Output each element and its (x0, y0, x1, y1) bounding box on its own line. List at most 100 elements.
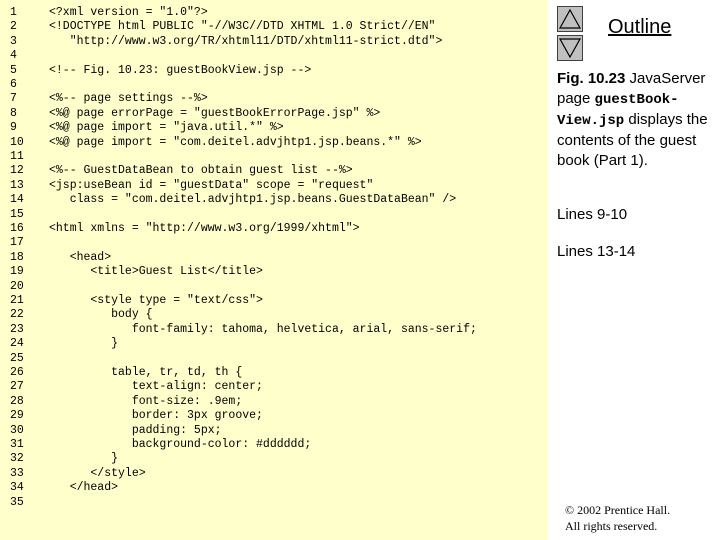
code-line: 11 (0, 150, 548, 164)
code-line: 19 <title>Guest List</title> (0, 265, 548, 279)
code-line: 9 <%@ page import = "java.util.*" %> (0, 121, 548, 135)
code-text: <!-- Fig. 10.23: guestBookView.jsp --> (49, 63, 312, 77)
code-line: 25 (0, 352, 548, 366)
line-number: 13 (10, 178, 24, 192)
figure-number: Fig. 10.23 (557, 70, 626, 87)
code-text: <title>Guest List</title> (49, 265, 263, 279)
code-text: font-size: .9em; (49, 394, 243, 408)
line-number: 10 (10, 135, 24, 149)
code-line: 35 (0, 496, 548, 510)
code-line: 31 background-color: #dddddd; (0, 438, 548, 452)
code-line: 21 <style type = "text/css"> (0, 294, 548, 308)
copyright-line-2: All rights reserved. (565, 519, 658, 533)
code-line: 28 font-size: .9em; (0, 395, 548, 409)
code-text: font-family: tahoma, helvetica, arial, s… (49, 322, 477, 336)
line-number: 3 (10, 34, 17, 48)
code-text: border: 3px groove; (49, 409, 263, 423)
code-line: 16 <html xmlns = "http://www.w3.org/1999/… (0, 222, 548, 236)
line-number: 28 (10, 394, 24, 408)
code-text: table, tr, td, th { (49, 366, 243, 379)
code-text: class = "com.deitel.advjhtp1.jsp.beans.G… (49, 193, 457, 207)
code-text: </head> (49, 481, 119, 495)
line-number: 24 (10, 337, 24, 351)
code-text: <%-- page settings --%> (49, 92, 208, 106)
line-number: 11 (10, 150, 24, 163)
line-number: 20 (10, 279, 24, 293)
code-text: } (49, 452, 119, 466)
code-text: <%@ page import = "java.util.*" %> (49, 121, 284, 135)
note-lines-13-14: Lines 13-14 (557, 243, 636, 260)
code-line: 8 <%@ page errorPage = "guestBookErrorPag… (0, 107, 548, 121)
code-line: 23 font-family: tahoma, helvetica, arial… (0, 323, 548, 337)
code-text: padding: 5px; (49, 423, 222, 437)
code-line: 20 (0, 280, 548, 294)
line-number: 35 (10, 495, 24, 509)
note-lines-9-10: Lines 9-10 (557, 206, 628, 223)
code-line: 3 "http://www.w3.org/TR/xhtml11/DTD/xhtm… (0, 35, 548, 49)
line-number: 22 (10, 308, 24, 322)
line-number: 21 (10, 294, 24, 307)
code-line: 30 padding: 5px; (0, 424, 548, 438)
code-line: 4 (0, 49, 548, 63)
code-line: 17 (0, 236, 548, 250)
line-number: 34 (10, 481, 24, 495)
scroll-down-button[interactable] (557, 35, 583, 61)
line-number: 25 (10, 351, 24, 365)
code-text: <html xmlns = "http://www.w3.org/1999/xh… (49, 222, 360, 235)
code-line: 10 <%@ page import = "com.deitel.advjhtp1… (0, 136, 548, 150)
code-line: 2 <!DOCTYPE html PUBLIC "-//W3C//DTD XHTM… (0, 20, 548, 34)
scroll-up-button[interactable] (557, 6, 583, 32)
code-text: text-align: center; (49, 380, 263, 394)
line-number: 31 (10, 438, 24, 451)
code-line: 6 (0, 78, 548, 92)
triangle-down-icon (558, 38, 582, 59)
code-text: <head> (49, 250, 112, 264)
copyright: © 2002 Prentice Hall. All rights reserve… (565, 502, 670, 534)
line-number: 29 (10, 409, 24, 423)
figure-caption: Fig. 10.23 JavaServer page guestBook-Vie… (557, 69, 717, 171)
code-listing-panel: 1 <?xml version = "1.0"?> 2 <!DOCTYPE html … (0, 0, 548, 540)
code-text: } (49, 337, 119, 351)
code-line: 15 (0, 208, 548, 222)
line-number: 9 (10, 121, 17, 135)
code-text: <style type = "text/css"> (49, 294, 263, 307)
outline-title[interactable]: Outline (608, 16, 671, 39)
code-line: 18 <head> (0, 251, 548, 265)
code-line: 24 } (0, 337, 548, 351)
code-text: <jsp:useBean id = "guestData" scope = "r… (49, 178, 374, 192)
code-line: 22 body { (0, 308, 548, 322)
code-line: 5 <!-- Fig. 10.23: guestBookView.jsp --> (0, 64, 548, 78)
code-line: 33 </style> (0, 467, 548, 481)
code-text: <%@ page errorPage = "guestBookErrorPage… (49, 106, 381, 120)
line-number: 7 (10, 92, 17, 106)
code-line: 1 <?xml version = "1.0"?> (0, 6, 548, 20)
line-number: 8 (10, 106, 17, 120)
line-number: 2 (10, 20, 17, 34)
line-number: 18 (10, 250, 24, 264)
line-number: 6 (10, 78, 17, 91)
line-number: 5 (10, 63, 17, 77)
line-number: 30 (10, 423, 24, 437)
line-number: 15 (10, 207, 24, 221)
code-text: body { (49, 308, 153, 322)
code-line: 12 <%-- GuestDataBean to obtain guest lis… (0, 164, 548, 178)
code-text: <!DOCTYPE html PUBLIC "-//W3C//DTD XHTML… (49, 20, 436, 34)
copyright-line-1: © 2002 Prentice Hall. (565, 503, 671, 517)
code-line: 14 class = "com.deitel.advjhtp1.jsp.bean… (0, 193, 548, 207)
line-number: 1 (10, 6, 17, 19)
line-number: 12 (10, 164, 24, 178)
line-number: 26 (10, 366, 24, 379)
code-text: <?xml version = "1.0"?> (49, 6, 208, 19)
triangle-up-icon (558, 8, 582, 29)
line-number: 17 (10, 236, 24, 250)
line-number: 14 (10, 193, 24, 207)
code-line: 26 table, tr, td, th { (0, 366, 548, 380)
code-line: 34 </head> (0, 481, 548, 495)
code-line: 32 } (0, 452, 548, 466)
line-number: 33 (10, 466, 24, 480)
line-number: 16 (10, 222, 24, 235)
line-number: 32 (10, 452, 24, 466)
code-line: 13 <jsp:useBean id = "guestData" scope = … (0, 179, 548, 193)
code-text: background-color: #dddddd; (49, 438, 312, 451)
code-line: 27 text-align: center; (0, 380, 548, 394)
